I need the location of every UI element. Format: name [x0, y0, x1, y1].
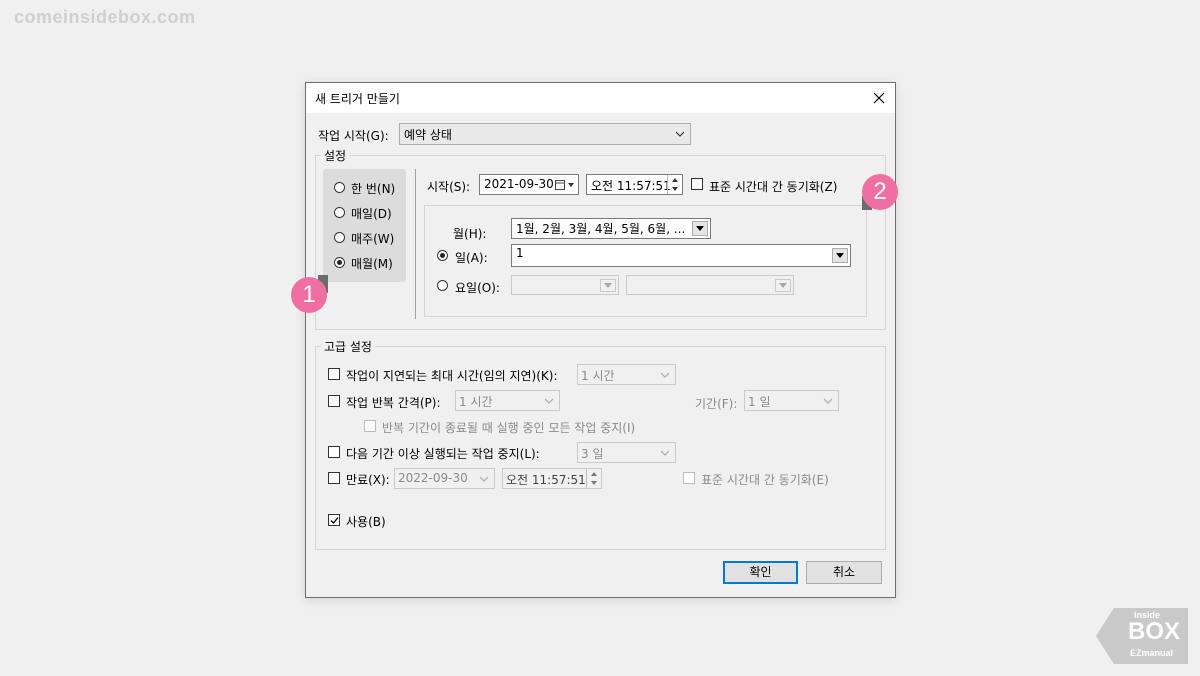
- duration-value: 1 일: [748, 395, 771, 409]
- expire-sync-checkbox[interactable]: [683, 472, 695, 484]
- expire-date-picker[interactable]: 2022-09-30: [394, 468, 495, 489]
- radio-day[interactable]: [437, 250, 448, 261]
- checkmark-icon: [330, 517, 339, 524]
- start-task-label: 작업 시작(G):: [318, 129, 389, 143]
- dropdown-arrow-icon: [600, 279, 616, 292]
- start-task-select[interactable]: 예약 상태: [399, 123, 691, 145]
- day-value: 1: [516, 246, 524, 260]
- start-date-picker[interactable]: 2021-09-30: [479, 174, 579, 195]
- delay-value: 1 시간: [581, 369, 615, 383]
- radio-circle: [334, 182, 345, 193]
- insidebox-logo: inside BOX EZmanual: [1096, 606, 1188, 666]
- stop-long-value: 3 일: [581, 447, 604, 461]
- delay-select[interactable]: 1 시간: [577, 364, 676, 385]
- radio-weekday[interactable]: [437, 280, 448, 291]
- stop-long-label: 다음 기간 이상 실행되는 작업 중지(L):: [346, 447, 540, 461]
- dropdown-arrow-icon: [696, 226, 704, 231]
- radio-monthly-label: 매월(M): [351, 257, 393, 271]
- radio-weekly-label: 매주(W): [351, 232, 395, 246]
- sync-timezone-label: 표준 시간대 간 동기화(Z): [709, 180, 838, 194]
- start-task-value: 예약 상태: [404, 128, 452, 142]
- radio-circle: [334, 207, 345, 218]
- chevron-down-icon: [544, 398, 554, 404]
- cancel-button[interactable]: 취소: [806, 561, 882, 584]
- enabled-label: 사용(B): [346, 515, 386, 529]
- month-dropdown-button[interactable]: [692, 221, 708, 236]
- spinner-arrows-icon: [591, 472, 597, 485]
- time-spinner[interactable]: [586, 469, 601, 488]
- title-bar: 새 트리거 만들기: [306, 83, 895, 113]
- stop-long-checkbox[interactable]: [328, 446, 340, 458]
- day-option-label: 일(A):: [455, 251, 488, 265]
- divider: [415, 169, 416, 319]
- month-select[interactable]: 1월, 2월, 3월, 4월, 5월, 6월, ...: [511, 218, 711, 239]
- dropdown-arrow-icon: [836, 253, 844, 258]
- month-label: 월(H):: [453, 227, 487, 241]
- logo-text-bottom: EZmanual: [1130, 648, 1174, 658]
- stop-repeat-checkbox[interactable]: [364, 420, 376, 432]
- watermark-text: comeinsidebox.com: [14, 7, 196, 27]
- stop-repeat-label: 반복 기간이 종료될 때 실행 중인 모든 작업 중지(I): [382, 421, 636, 435]
- sync-timezone-checkbox[interactable]: [691, 178, 703, 190]
- expire-time-input[interactable]: 오전 11:57:51: [502, 468, 602, 489]
- radio-daily-label: 매일(D): [351, 207, 392, 221]
- duration-label: 기간(F):: [695, 397, 738, 411]
- logo-text-mid: BOX: [1128, 618, 1181, 645]
- dropdown-arrow-icon: [775, 279, 791, 292]
- day-dropdown-button[interactable]: [832, 248, 848, 263]
- stop-long-select[interactable]: 3 일: [577, 442, 676, 463]
- chevron-down-icon: [660, 372, 670, 378]
- enabled-checkbox[interactable]: [328, 514, 340, 526]
- advanced-legend: 고급 설정: [321, 338, 375, 355]
- repeat-select[interactable]: 1 시간: [455, 390, 560, 411]
- repeat-checkbox[interactable]: [328, 395, 340, 407]
- delay-label: 작업이 지연되는 최대 시간(임의 지연)(K):: [346, 369, 558, 383]
- start-date-value: 2021-09-30: [484, 177, 554, 191]
- month-value: 1월, 2월, 3월, 4월, 5월, 6월, ...: [516, 222, 686, 236]
- repeat-label: 작업 반복 간격(P):: [346, 396, 441, 410]
- annotation-badge-2: 2: [862, 174, 898, 210]
- chevron-down-icon: [660, 450, 670, 456]
- weekday-select[interactable]: [626, 275, 794, 295]
- expire-checkbox[interactable]: [328, 472, 340, 484]
- expire-date-value: 2022-09-30: [398, 471, 468, 485]
- day-select[interactable]: 1: [511, 244, 851, 267]
- expire-label: 만료(X):: [346, 473, 390, 487]
- dialog-title: 새 트리거 만들기: [315, 92, 400, 106]
- radio-circle: [334, 232, 345, 243]
- start-label: 시작(S):: [427, 180, 471, 194]
- ok-button[interactable]: 확인: [723, 561, 798, 584]
- expire-sync-label: 표준 시간대 간 동기화(E): [701, 473, 829, 487]
- annotation-badge-1: 1: [291, 277, 327, 313]
- start-time-value: 오전 11:57:51: [591, 179, 671, 193]
- week-ordinal-select[interactable]: [511, 275, 619, 295]
- radio-once-label: 한 번(N): [351, 182, 396, 196]
- expire-time-value: 오전 11:57:51: [506, 473, 586, 487]
- close-button[interactable]: [862, 83, 895, 113]
- radio-circle-selected: [334, 257, 345, 268]
- repeat-value: 1 시간: [459, 395, 493, 409]
- duration-select[interactable]: 1 일: [744, 390, 839, 411]
- settings-legend: 설정: [321, 147, 350, 164]
- calendar-icon: [555, 180, 574, 190]
- chevron-down-icon: [479, 476, 489, 482]
- chevron-down-icon: [823, 398, 833, 404]
- time-spinner[interactable]: [667, 175, 682, 194]
- start-time-input[interactable]: 오전 11:57:51: [586, 174, 683, 195]
- chevron-down-icon: [675, 131, 685, 137]
- spinner-arrows-icon: [672, 178, 678, 191]
- weekday-option-label: 요일(O):: [455, 281, 500, 295]
- delay-checkbox[interactable]: [328, 368, 340, 380]
- close-icon: [873, 92, 884, 104]
- new-trigger-dialog: 새 트리거 만들기 작업 시작(G): 예약 상태 설정 한 번(N) 매일(D…: [305, 82, 896, 598]
